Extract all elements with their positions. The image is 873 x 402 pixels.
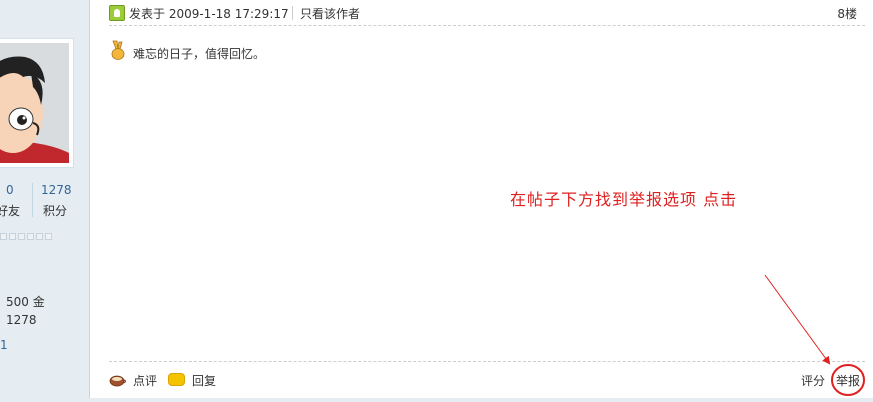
comment-cup-icon[interactable] (109, 374, 127, 388)
post-time: 发表于 2009-1-18 17:29:17 (129, 7, 289, 21)
star-icon (27, 233, 34, 240)
reply-icon[interactable] (168, 373, 185, 386)
report-button[interactable]: 举报 (836, 372, 860, 389)
author-stats: 0 好友 1278 积分 (0, 183, 90, 219)
victory-hand-icon (111, 40, 125, 60)
online-status-icon (109, 5, 125, 21)
only-author-link[interactable]: 只看该作者 (300, 5, 360, 22)
points-label: 积分 (43, 204, 68, 218)
post-main: 发表于 2009-1-18 17:29:17 只看该作者 8楼 难忘的日子，值得… (91, 0, 873, 398)
reply-button[interactable]: 回复 (192, 372, 216, 389)
comment-button[interactable]: 点评 (133, 372, 157, 389)
floor-number[interactable]: 8楼 (837, 5, 857, 22)
post-header: 发表于 2009-1-18 17:29:17 只看该作者 8楼 (109, 2, 865, 26)
bottom-strip (0, 398, 873, 402)
points-count[interactable]: 1278 (41, 183, 72, 197)
star-icon (9, 233, 16, 240)
friends-count[interactable]: 0 (6, 183, 14, 197)
star-icon (0, 233, 7, 240)
rank-stars (0, 233, 56, 241)
post-body: 难忘的日子，值得回忆。 (109, 40, 865, 70)
avatar-image (0, 43, 69, 163)
author-sidebar: 0 好友 1278 积分 500 金 1278 1 (0, 0, 90, 398)
star-icon (36, 233, 43, 240)
avatar[interactable] (0, 38, 74, 168)
gold-info: 500 金 (6, 295, 45, 309)
sidebar-link[interactable]: 1 (0, 338, 8, 352)
instruction-annotation: 在帖子下方找到举报选项 点击 (510, 190, 738, 209)
points-info: 1278 (6, 313, 37, 327)
friends-label: 好友 (0, 204, 21, 218)
post-footer: 点评 回复 评分 举报 (109, 361, 865, 398)
rate-button[interactable]: 评分 (801, 372, 825, 389)
post-content: 难忘的日子，值得回忆。 (133, 47, 266, 61)
stats-divider (32, 183, 33, 217)
header-divider (292, 6, 293, 20)
cartoon-avatar-icon (0, 43, 69, 163)
star-icon (18, 233, 25, 240)
star-icon (45, 233, 52, 240)
